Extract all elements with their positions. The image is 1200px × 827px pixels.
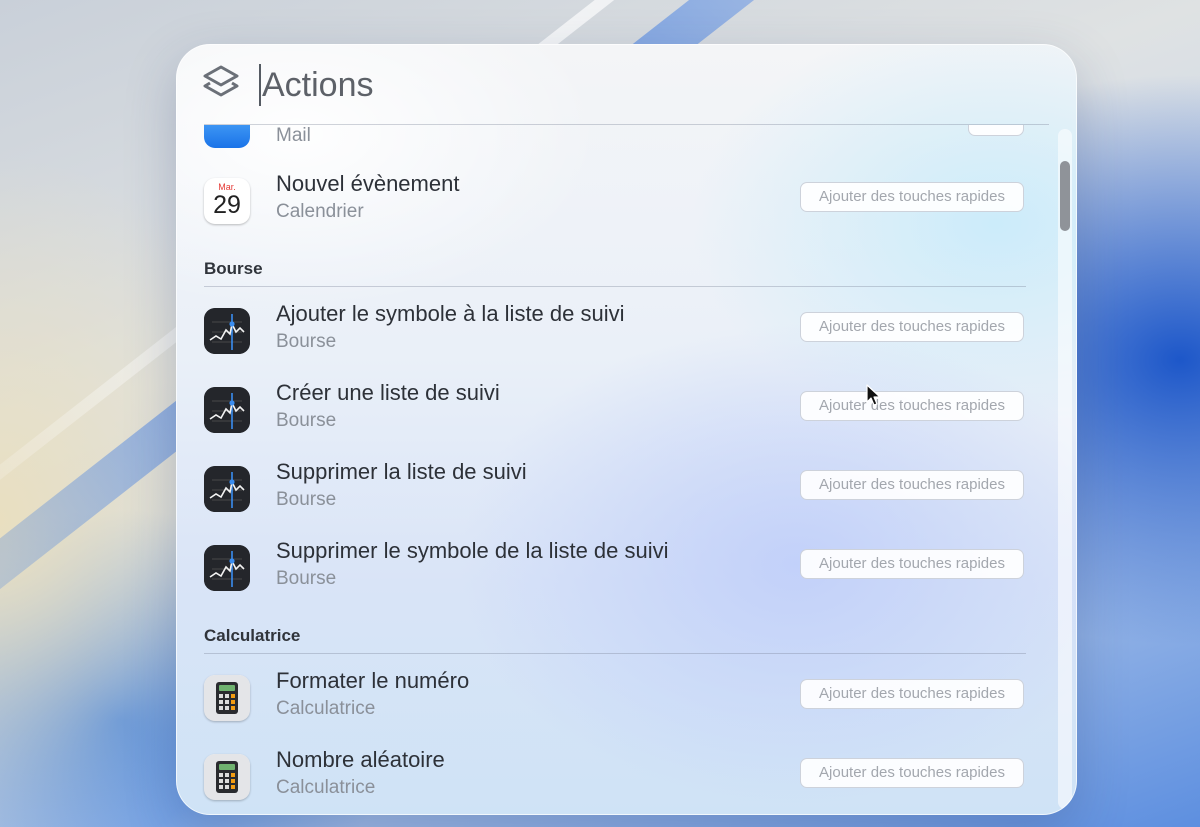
item-subtitle: Bourse: [276, 489, 337, 510]
stocks-icon: [204, 466, 250, 512]
calendar-icon: Mar. 29: [204, 178, 250, 224]
section-title-calculatrice: Calculatrice: [204, 626, 301, 645]
section-divider: [204, 286, 1026, 287]
list-item[interactable]: Supprimer la liste de suivi Bourse Ajout…: [176, 451, 1046, 527]
item-title: Nombre aléatoire: [276, 747, 445, 772]
list-item[interactable]: Créer une liste de suivi Bourse Ajouter …: [176, 372, 1046, 448]
calculator-icon: [204, 675, 250, 721]
add-shortcut-button[interactable]: Ajouter des touches rapides: [800, 758, 1024, 788]
add-shortcut-button[interactable]: Ajouter des touches rapides: [800, 679, 1024, 709]
list-item[interactable]: Mail: [176, 125, 1046, 163]
list-item[interactable]: Supprimer le symbole de la liste de suiv…: [176, 530, 1046, 606]
shortcuts-icon: [203, 65, 239, 97]
list-item[interactable]: Mar. 29 Nouvel évènement Calendrier Ajou…: [176, 163, 1046, 239]
item-title: Supprimer la liste de suivi: [276, 459, 527, 484]
stocks-icon: [204, 308, 250, 354]
stocks-icon: [204, 387, 250, 433]
item-subtitle: Calculatrice: [276, 777, 376, 798]
item-subtitle: Bourse: [276, 568, 337, 589]
item-subtitle: Calculatrice: [276, 698, 376, 719]
item-subtitle: Bourse: [276, 331, 337, 352]
list-item[interactable]: Formater le numéro Calculatrice Ajouter …: [176, 660, 1046, 736]
section-title-bourse: Bourse: [204, 259, 263, 278]
item-title: Formater le numéro: [276, 668, 470, 693]
item-title: Ajouter le symbole à la liste de suivi: [276, 301, 625, 326]
item-subtitle: Mail: [276, 125, 311, 146]
stocks-icon: [204, 545, 250, 591]
calendar-day: 29: [213, 191, 241, 219]
add-shortcut-button[interactable]: Ajouter des touches rapides: [800, 470, 1024, 500]
add-shortcut-button[interactable]: Ajouter des touches rapides: [800, 312, 1024, 342]
list-item[interactable]: Nombre aléatoire Calculatrice Ajouter de…: [176, 739, 1046, 815]
list-item[interactable]: Ajouter le symbole à la liste de suivi B…: [176, 293, 1046, 369]
add-shortcut-button[interactable]: Ajouter des touches rapides: [800, 182, 1024, 212]
item-subtitle: Calendrier: [276, 201, 364, 222]
scrollbar-thumb[interactable]: [1060, 161, 1070, 231]
spotlight-actions-panel: Actions Mail Mar. 29 Nouvel évènement Ca…: [176, 44, 1077, 815]
calculator-icon: [204, 754, 250, 800]
mouse-cursor-icon: [866, 384, 881, 406]
add-shortcut-button[interactable]: Ajouter des touches rapides: [800, 549, 1024, 579]
add-shortcut-button[interactable]: [968, 125, 1024, 136]
section-divider: [204, 653, 1026, 654]
search-header: Actions: [176, 44, 1077, 124]
scrollbar[interactable]: [1058, 129, 1072, 809]
text-caret: [259, 64, 261, 106]
item-subtitle: Bourse: [276, 410, 337, 431]
results-list: Mail Mar. 29 Nouvel évènement Calendrier…: [176, 125, 1046, 815]
add-shortcut-button[interactable]: Ajouter des touches rapides: [800, 391, 1024, 421]
mail-icon: [204, 125, 250, 148]
search-input[interactable]: Actions: [262, 64, 374, 106]
item-title: Nouvel évènement: [276, 171, 460, 196]
item-title: Supprimer le symbole de la liste de suiv…: [276, 538, 669, 563]
item-title: Créer une liste de suivi: [276, 380, 500, 405]
